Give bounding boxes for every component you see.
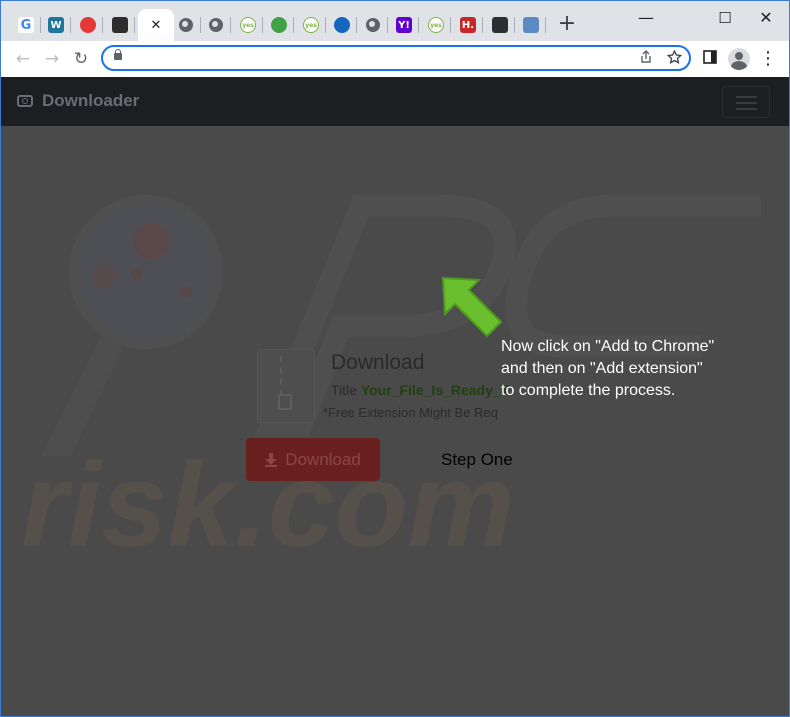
tab-1[interactable]: G bbox=[11, 12, 41, 38]
back-button[interactable]: ← bbox=[13, 49, 33, 69]
brand-name: Downloader bbox=[42, 91, 140, 110]
yes-icon: yes bbox=[240, 17, 256, 33]
watermark-logo: risk.com bbox=[21, 195, 761, 572]
share-icon[interactable] bbox=[637, 50, 655, 68]
globe-icon bbox=[179, 18, 193, 32]
tab-3[interactable] bbox=[73, 12, 103, 38]
tab-4[interactable] bbox=[105, 12, 135, 38]
extension-note: *Free Extension Might Be Req bbox=[323, 405, 498, 420]
side-panel-icon[interactable] bbox=[700, 49, 720, 69]
lock-icon bbox=[114, 49, 122, 60]
google-icon: G bbox=[18, 17, 34, 33]
hamburger-menu-button[interactable] bbox=[722, 86, 770, 118]
tab-strip: + — ☐ ✕ G W ✕ yes yes Y! yes H. bbox=[1, 1, 789, 41]
download-file-title: Title Your_File_Is_Ready_T bbox=[331, 382, 510, 398]
tab-7[interactable] bbox=[201, 12, 231, 38]
new-tab-button[interactable]: + bbox=[557, 13, 577, 35]
camera-icon bbox=[17, 95, 33, 107]
wordpress-icon: W bbox=[48, 17, 64, 33]
yes-icon: yes bbox=[303, 17, 319, 33]
maximize-button[interactable]: ☐ bbox=[707, 7, 743, 29]
profile-avatar[interactable] bbox=[728, 48, 750, 70]
tab-10[interactable]: yes bbox=[296, 12, 326, 38]
tab-17[interactable] bbox=[516, 12, 546, 38]
crossed-icon bbox=[523, 17, 539, 33]
yes-icon: yes bbox=[428, 17, 444, 33]
tab-6[interactable] bbox=[171, 12, 201, 38]
download-icon bbox=[265, 452, 278, 467]
alien-icon bbox=[271, 17, 287, 33]
site-navbar: Downloader bbox=[1, 77, 789, 126]
h-icon: H. bbox=[460, 17, 476, 33]
green-arrow-icon bbox=[441, 276, 503, 338]
terminal-icon bbox=[112, 17, 128, 33]
red-circle-icon bbox=[80, 17, 96, 33]
tab-close-icon[interactable]: ✕ bbox=[151, 18, 162, 33]
download-heading: Download bbox=[331, 351, 425, 374]
tab-9[interactable] bbox=[264, 12, 294, 38]
globe-icon bbox=[209, 18, 223, 32]
bookmark-star-icon[interactable] bbox=[665, 49, 683, 68]
tab-14[interactable]: yes bbox=[421, 12, 451, 38]
terminal-icon bbox=[492, 17, 508, 33]
tab-11[interactable] bbox=[327, 12, 357, 38]
file-name: Your_File_Is_Ready_T bbox=[360, 382, 510, 398]
download-button[interactable]: Download bbox=[246, 438, 380, 481]
browser-menu-icon[interactable]: ⋮ bbox=[758, 49, 778, 69]
tab-2[interactable]: W bbox=[41, 12, 71, 38]
tab-16[interactable] bbox=[485, 12, 515, 38]
yahoo-icon: Y! bbox=[396, 17, 412, 33]
download-button-label: Download bbox=[285, 449, 361, 469]
tab-active[interactable]: ✕ bbox=[138, 9, 174, 41]
globe-icon bbox=[366, 18, 380, 32]
window-close-button[interactable]: ✕ bbox=[748, 7, 784, 29]
zip-file-icon bbox=[257, 349, 315, 423]
browser-toolbar: ← → ↻ ⋮ bbox=[1, 41, 789, 78]
web-page: Downloader risk.com Download Title Your_… bbox=[1, 77, 789, 716]
tab-8[interactable]: yes bbox=[233, 12, 263, 38]
minimize-button[interactable]: — bbox=[628, 7, 664, 29]
browser-window: + — ☐ ✕ GW ✕ yes yes Y! yes H. ← → ↻ ⋮ bbox=[0, 0, 790, 717]
blue-dots-icon bbox=[334, 17, 350, 33]
tab-12[interactable] bbox=[358, 12, 388, 38]
address-bar[interactable] bbox=[101, 45, 691, 71]
instruction-text: Now click on "Add to Chrome" and then on… bbox=[501, 338, 715, 399]
forward-button[interactable]: → bbox=[42, 49, 62, 69]
tab-15[interactable]: H. bbox=[453, 12, 483, 38]
site-brand[interactable]: Downloader bbox=[17, 91, 139, 111]
reload-button[interactable]: ↻ bbox=[71, 49, 91, 69]
tab-13[interactable]: Y! bbox=[389, 12, 419, 38]
step-one-label: Step One bbox=[441, 450, 513, 469]
